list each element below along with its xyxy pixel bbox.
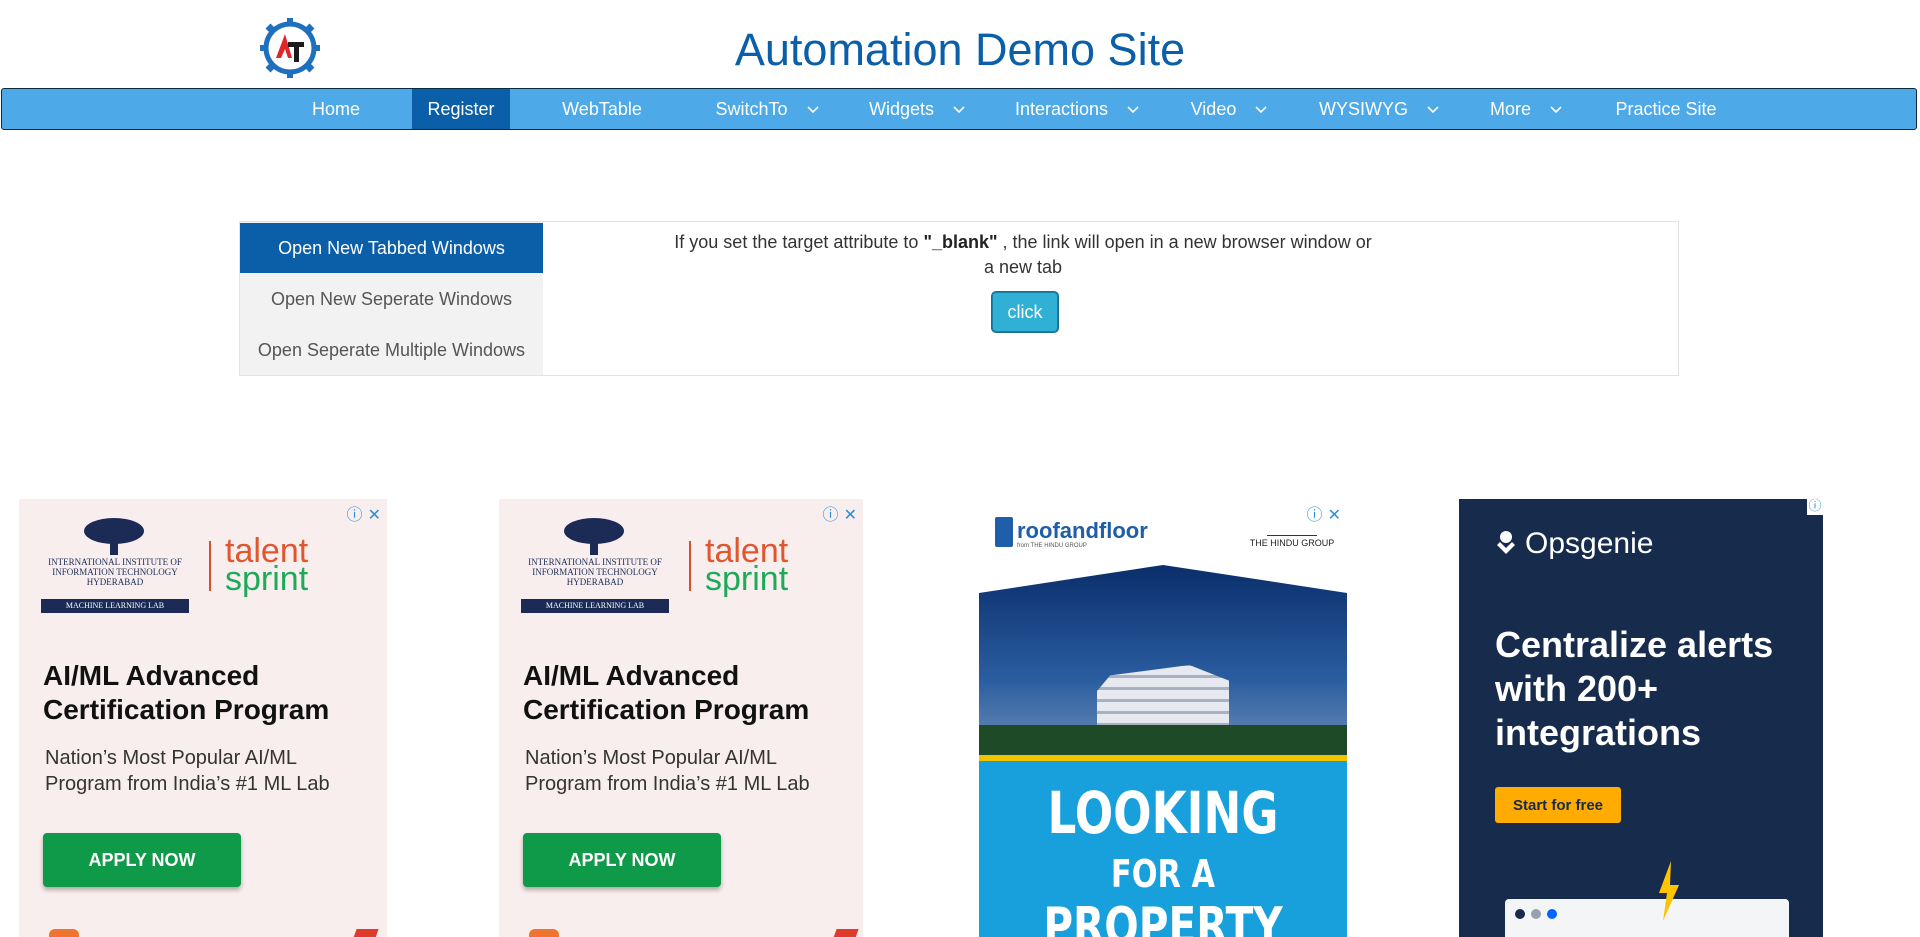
ts-sprint: sprint xyxy=(225,560,309,598)
nav-webtable[interactable]: WebTable xyxy=(552,89,652,129)
ad-subline: Nation’s Most Popular AI/ML Program from… xyxy=(525,747,810,795)
decor-shape xyxy=(829,929,859,937)
description-text-end: , the link will open in a new browser wi… xyxy=(983,232,1372,277)
ts-sprint: sprint xyxy=(705,560,789,598)
ad-iiit-talentsprint[interactable]: ⓘ ✕ INTERNATIONAL INSTITUTE OF INFORMATI… xyxy=(19,499,387,937)
lightning-icon xyxy=(1659,861,1679,921)
opsgenie-mark-icon xyxy=(1497,531,1515,554)
dot xyxy=(1515,909,1525,919)
dot xyxy=(1547,909,1557,919)
ad-opsgenie[interactable]: ⓘ Opsgenie Centralize alerts with 200+ i… xyxy=(1459,499,1823,937)
ad-headline: AI/ML Advanced Certification Program xyxy=(43,660,330,725)
nav-practice-site[interactable]: Practice Site xyxy=(1610,89,1722,129)
image-notch xyxy=(979,565,1347,593)
ad-close-icon[interactable]: ⓘ ✕ xyxy=(1307,501,1342,525)
rf-brand-sub: from THE HINDU GROUP xyxy=(1017,543,1087,549)
chevron-down-icon xyxy=(953,106,965,114)
chevron-down-icon xyxy=(1127,106,1139,114)
ad-iiit-city: HYDERABAD xyxy=(566,577,624,587)
ad-info-icon[interactable]: ⓘ xyxy=(1807,499,1823,515)
divider xyxy=(689,541,691,591)
nav-more[interactable]: More xyxy=(1488,89,1564,129)
tab-description: If you set the target attribute to "_bla… xyxy=(673,230,1373,280)
ad-iiit-name: INTERNATIONAL INSTITUTE OF INFORMATION T… xyxy=(528,557,662,577)
chevron-down-icon xyxy=(806,106,819,114)
tab-open-new-tabbed-windows[interactable]: Open New Tabbed Windows xyxy=(240,223,571,273)
nav-label: Widgets xyxy=(868,99,934,119)
tree-icon xyxy=(84,518,144,555)
rf-brand: roofandfloor xyxy=(1017,517,1148,543)
banner-line-3: PROPERTY xyxy=(1043,897,1283,937)
divider xyxy=(209,541,211,591)
ad-iiit-city: HYDERABAD xyxy=(86,577,144,587)
click-button[interactable]: click xyxy=(992,292,1058,332)
side-tab-list: Open New Tabbed Windows Open New Seperat… xyxy=(240,222,571,375)
nav-register[interactable]: Register xyxy=(412,89,510,129)
nav-widgets[interactable]: Widgets xyxy=(862,89,972,129)
ad-iiit-lab: MACHINE LEARNING LAB xyxy=(521,599,669,613)
chevron-down-icon xyxy=(1427,106,1439,114)
nav-label: WYSIWYG xyxy=(1318,99,1408,119)
nav-label: SwitchTo xyxy=(715,99,788,119)
nav-label: Interactions xyxy=(1014,99,1109,119)
ops-illustration xyxy=(1505,861,1789,937)
talentsprint-logo: talent sprint xyxy=(705,534,788,596)
nav-label: Register xyxy=(427,99,495,119)
roofandfloor-mark-icon xyxy=(995,517,1013,547)
ad-headline: Centralize alerts with 200+ integrations xyxy=(1495,624,1774,753)
nav-label: More xyxy=(1489,99,1531,119)
nav-label: WebTable xyxy=(562,99,642,119)
ad-brand-logos: INTERNATIONAL INSTITUTE OF INFORMATION T… xyxy=(521,517,851,613)
nav-interactions[interactable]: Interactions xyxy=(1012,89,1142,129)
chevron-down-icon xyxy=(1550,106,1562,114)
decor-shape xyxy=(49,929,79,937)
description-bold: "_blank" xyxy=(923,232,998,252)
tab-open-seperate-multiple-windows[interactable]: Open Seperate Multiple Windows xyxy=(240,325,543,375)
ad-iiit-lab: MACHINE LEARNING LAB xyxy=(41,599,189,613)
talentsprint-logo: talent sprint xyxy=(225,534,308,596)
ad-headline: AI/ML Advanced Certification Program xyxy=(523,660,810,725)
banner-line-2: FOR A xyxy=(1110,852,1216,896)
ops-brand: Opsgenie xyxy=(1525,527,1654,560)
description-text: If you set the target attribute to xyxy=(674,232,924,252)
site-title: Automation Demo Site xyxy=(734,24,1186,75)
site-header: Automation Demo Site xyxy=(0,0,1920,88)
hindu-label: THE HINDU GROUP xyxy=(1249,538,1335,548)
tab-open-new-seperate-windows[interactable]: Open New Seperate Windows xyxy=(240,274,543,324)
roofandfloor-logo: roofandfloor from THE HINDU GROUP xyxy=(995,517,1148,549)
tab-content: If you set the target attribute to "_bla… xyxy=(543,222,1678,375)
nav-label: Video xyxy=(1190,99,1237,119)
start-for-free-button[interactable]: Start for free xyxy=(1495,787,1621,823)
nav-wysiwyg[interactable]: WYSIWYG xyxy=(1318,89,1440,129)
property-banner: LOOKING FOR A PROPERTY xyxy=(979,761,1347,937)
nav-label: Home xyxy=(311,99,360,119)
dot xyxy=(1531,909,1541,919)
trees-graphic xyxy=(979,725,1347,761)
ad-iiit-name: INTERNATIONAL INSTITUTE OF INFORMATION T… xyxy=(48,557,182,577)
decor-shape xyxy=(529,929,559,937)
tree-icon xyxy=(564,518,624,555)
ad-roofandfloor[interactable]: roofandfloor from THE HINDU GROUP THE HI… xyxy=(979,499,1347,937)
main-navbar: Home Register WebTable SwitchTo Widgets … xyxy=(1,88,1917,130)
apply-now-button[interactable]: APPLY NOW xyxy=(43,833,241,887)
windows-tab-panel: Open New Tabbed Windows Open New Seperat… xyxy=(239,221,1679,376)
nav-label: Practice Site xyxy=(1615,99,1717,119)
opsgenie-logo: Opsgenie xyxy=(1495,527,1653,561)
banner-line-1: LOOKING xyxy=(1047,779,1279,847)
ad-brand-logos: INTERNATIONAL INSTITUTE OF INFORMATION T… xyxy=(41,517,371,613)
chevron-down-icon xyxy=(1255,106,1267,114)
nav-video[interactable]: Video xyxy=(1188,89,1270,129)
ad-iiit-talentsprint-2[interactable]: ⓘ ✕ INTERNATIONAL INSTITUTE OF INFORMATI… xyxy=(499,499,863,937)
ad-subline: Nation’s Most Popular AI/ML Program from… xyxy=(45,747,330,795)
nav-switchto[interactable]: SwitchTo xyxy=(705,89,829,129)
decor-shape xyxy=(349,929,379,937)
apply-now-button[interactable]: APPLY NOW xyxy=(523,833,721,887)
nav-home[interactable]: Home xyxy=(296,89,376,129)
